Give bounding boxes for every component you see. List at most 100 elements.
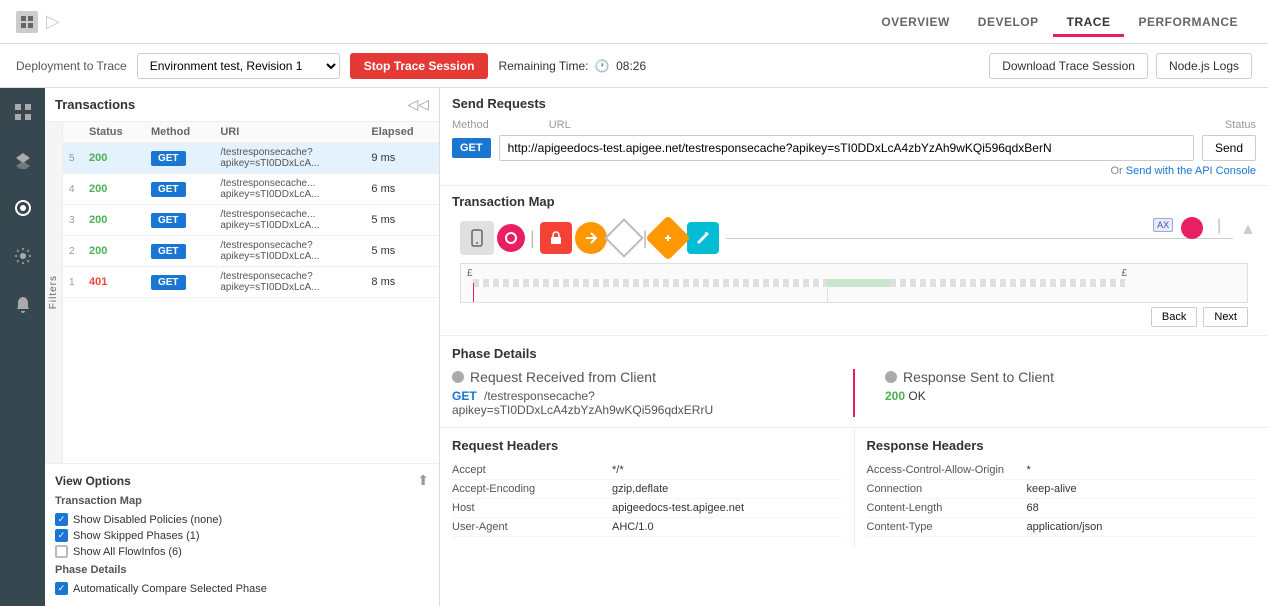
ax-badge: AX — [1153, 218, 1173, 232]
header-key: Access-Control-Allow-Origin — [867, 464, 1027, 476]
method-btn[interactable]: GET — [151, 182, 186, 197]
request-phase-dot — [452, 371, 464, 383]
uri-cell: /testresponsecache?apikey=sTI0DDxLcA... — [214, 236, 365, 267]
table-row[interactable]: 2 200 GET /testresponsecache?apikey=sTI0… — [63, 236, 439, 267]
route-policy-icon — [575, 222, 607, 254]
header-key: Host — [452, 502, 612, 514]
api-console-link-row: Or Send with the API Console — [452, 165, 1256, 177]
header-row: Host apigeedocs-test.apigee.net — [452, 499, 842, 518]
request-phase: Request Received from Client GET /testre… — [452, 369, 823, 417]
nodejs-logs-button[interactable]: Node.js Logs — [1156, 53, 1252, 79]
header-row: Connection keep-alive — [867, 480, 1257, 499]
view-options-header[interactable]: View Options ⬆ — [55, 472, 429, 489]
table-row[interactable]: 3 200 GET /testresponsecache...apikey=sT… — [63, 205, 439, 236]
table-row[interactable]: 1 401 GET /testresponsecache?apikey=sTI0… — [63, 267, 439, 298]
status-badge: 401 — [83, 267, 145, 298]
expand-icon[interactable]: ▷ — [46, 11, 60, 32]
phase-details-title: Phase Details — [452, 346, 1256, 361]
header-row: Accept-Encoding gzip,deflate — [452, 480, 842, 499]
phase-details-section: Phase Details Request Received from Clie… — [440, 336, 1268, 428]
right-panel: Send Requests Method URL Status GET Send… — [440, 88, 1268, 606]
phase-row: Request Received from Client GET /testre… — [452, 369, 1256, 417]
nav-develop[interactable]: DEVELOP — [964, 7, 1053, 37]
checkbox-item[interactable]: ✓ Automatically Compare Selected Phase — [55, 582, 429, 595]
uri-cell: /testresponsecache...apikey=sTI0DDxLcA..… — [214, 205, 365, 236]
header-value: gzip,deflate — [612, 483, 842, 495]
flow-callout-icon — [604, 218, 644, 258]
filters-label: Filters — [48, 275, 59, 309]
transaction-map-checkboxes: ✓ Show Disabled Policies (none) ✓ Show S… — [55, 513, 429, 558]
checkbox-item[interactable]: ✓ Show Disabled Policies (none) — [55, 513, 429, 526]
table-row[interactable]: 4 200 GET /testresponsecache...apikey=sT… — [63, 174, 439, 205]
assign-policy-icon — [646, 215, 691, 260]
checkbox-label: Show All FlowInfos (6) — [73, 546, 182, 558]
method-btn[interactable]: GET — [151, 275, 186, 290]
back-button[interactable]: Back — [1151, 307, 1197, 327]
sidebar-icon-grid[interactable] — [7, 96, 39, 128]
nav-performance[interactable]: PERFORMANCE — [1124, 7, 1252, 37]
response-headers-title: Response Headers — [867, 438, 1257, 453]
header-row: Content-Type application/json — [867, 518, 1257, 537]
separator-icon: | — [530, 228, 535, 249]
api-console-link[interactable]: Send with the API Console — [1126, 165, 1256, 177]
transactions-title: Transactions — [55, 97, 135, 112]
response-headers-panel: Response Headers Access-Control-Allow-Or… — [855, 428, 1268, 547]
method-btn[interactable]: GET — [151, 213, 186, 228]
checkbox-checked-icon: ✓ — [55, 582, 68, 595]
send-button[interactable]: Send — [1202, 135, 1256, 161]
elapsed-cell: 6 ms — [365, 174, 439, 205]
nav-trace[interactable]: TRACE — [1053, 7, 1125, 37]
table-row[interactable]: 5 200 GET /testresponsecache?apikey=sTI0… — [63, 143, 439, 174]
uri-cell: /testresponsecache...apikey=sTI0DDxLcA..… — [214, 174, 365, 205]
transaction-map-section: Transaction Map | — [440, 186, 1268, 336]
checkbox-item[interactable]: Show All FlowInfos (6) — [55, 545, 429, 558]
send-requests-title: Send Requests — [452, 96, 1256, 111]
status-badge: 200 — [83, 174, 145, 205]
transaction-map-title: Transaction Map — [452, 194, 1256, 209]
method-btn[interactable]: GET — [151, 151, 186, 166]
sidebar-icon-settings[interactable] — [7, 240, 39, 272]
remaining-time-label: Remaining Time: 🕐 08:26 — [498, 59, 646, 73]
checkbox-item[interactable]: ✓ Show Skipped Phases (1) — [55, 529, 429, 542]
view-options-panel: View Options ⬆ Transaction Map ✓ Show Di… — [45, 463, 439, 606]
javascript-policy-icon — [687, 222, 719, 254]
header-value: keep-alive — [1027, 483, 1257, 495]
request-row: GET Send — [452, 135, 1256, 161]
stop-trace-button[interactable]: Stop Trace Session — [350, 53, 489, 79]
nav-overview[interactable]: OVERVIEW — [867, 7, 963, 37]
scroll-up-button[interactable]: ▲ — [1240, 221, 1256, 239]
transactions-table: Status Method URI Elapsed 5 200 GET /tes… — [63, 122, 439, 463]
col-status: Status — [83, 122, 145, 143]
request-method-btn[interactable]: GET — [452, 138, 491, 158]
header-key: Accept-Encoding — [452, 483, 612, 495]
response-phase-dot — [885, 371, 897, 383]
elapsed-cell: 5 ms — [365, 205, 439, 236]
method-btn[interactable]: GET — [151, 244, 186, 259]
url-input[interactable] — [499, 135, 1194, 161]
header-row: User-Agent AHC/1.0 — [452, 518, 842, 537]
view-options-title: View Options — [55, 474, 131, 488]
status-badge: 200 — [83, 143, 145, 174]
elapsed-cell: 9 ms — [365, 143, 439, 174]
header-value: application/json — [1027, 521, 1257, 533]
download-trace-button[interactable]: Download Trace Session — [989, 53, 1148, 79]
deployment-select[interactable]: Environment test, Revision 1 — [137, 53, 340, 79]
sidebar-icon-layers[interactable] — [7, 144, 39, 176]
send-requests-section: Send Requests Method URL Status GET Send… — [440, 88, 1268, 186]
status-badge: 200 — [83, 236, 145, 267]
clock-icon: 🕐 — [595, 59, 610, 73]
next-button[interactable]: Next — [1203, 307, 1248, 327]
request-phase-url: GET /testresponsecache? apikey=sTI0DDxLc… — [452, 389, 823, 417]
checkbox-label: Show Skipped Phases (1) — [73, 530, 200, 542]
transactions-panel: Transactions ◁◁ Filters Status Method UR… — [45, 88, 440, 606]
request-headers-panel: Request Headers Accept */* Accept-Encodi… — [440, 428, 855, 547]
sidebar-icon-trace[interactable] — [7, 192, 39, 224]
sidebar-icon-bell[interactable] — [7, 288, 39, 320]
toolbar: Deployment to Trace Environment test, Re… — [0, 44, 1268, 88]
header-value: 68 — [1027, 502, 1257, 514]
headers-section: Request Headers Accept */* Accept-Encodi… — [440, 428, 1268, 547]
nav-left: ▷ — [16, 11, 60, 33]
proxy-response-icon — [1181, 217, 1203, 239]
collapse-button[interactable]: ◁◁ — [407, 96, 429, 113]
view-options-expand[interactable]: ⬆ — [417, 472, 429, 489]
